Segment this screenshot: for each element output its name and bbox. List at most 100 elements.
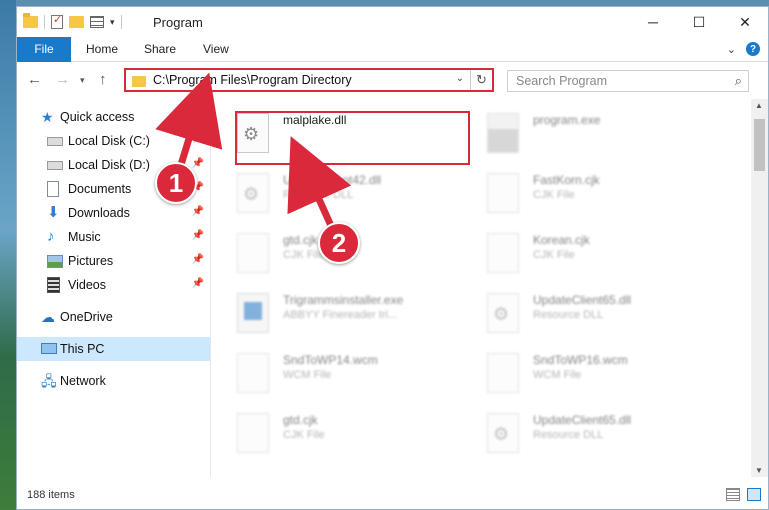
file-type: CJK File <box>533 249 575 261</box>
file-type: CJK File <box>283 249 325 261</box>
recent-locations-icon[interactable]: ▾ <box>80 75 85 86</box>
sidebar-item-videos[interactable]: Videos 📌 <box>17 273 210 297</box>
title-bar: ▾ Program ─ ☐ ✕ <box>17 7 768 37</box>
new-folder-icon[interactable] <box>69 16 84 28</box>
file-item[interactable]: SndToWP16.wcm WCM File <box>465 345 710 403</box>
file-highlight-box <box>235 111 470 165</box>
back-arrow-icon[interactable]: ← <box>27 71 42 88</box>
navigation-bar: ← → ▾ ↑ C:\Program Files\Program Directo… <box>17 63 768 97</box>
sidebar-item-label: This PC <box>60 342 105 356</box>
file-item[interactable]: program.exe <box>465 105 710 163</box>
downloads-icon: ⬇ <box>47 204 60 221</box>
sidebar-item-downloads[interactable]: ⬇ Downloads 📌 <box>17 201 210 225</box>
desktop-background <box>0 0 16 510</box>
sidebar-item-label: Local Disk (C:) <box>68 134 150 148</box>
refresh-button[interactable]: ↻ <box>470 70 492 90</box>
pin-icon[interactable]: 📌 <box>192 278 204 289</box>
file-item[interactable]: UpdateClient65.dll Resource DLL <box>465 285 710 343</box>
file-type: Resource DLL <box>283 189 354 201</box>
pin-icon[interactable]: 📌 <box>192 206 204 217</box>
file-item[interactable]: SndToWP14.wcm WCM File <box>215 345 460 403</box>
file-item[interactable]: Korean.cjk CJK File <box>465 225 710 283</box>
tab-file[interactable]: File <box>17 37 71 62</box>
window-controls: ─ ☐ ✕ <box>630 7 768 37</box>
blank-file-icon <box>487 173 519 213</box>
blank-file-icon <box>487 233 519 273</box>
sidebar-item-this-pc[interactable]: This PC <box>17 337 210 361</box>
sidebar-item-label: Network <box>60 374 106 388</box>
ribbon-tabs: File Home Share View ⌄ ? <box>17 37 768 62</box>
scroll-up-icon[interactable]: ▲ <box>755 101 763 110</box>
file-item[interactable]: UpdateClient65.dll Resource DLL <box>465 405 710 463</box>
tab-view[interactable]: View <box>203 37 229 62</box>
sidebar-item-quick-access[interactable]: ★ Quick access <box>17 105 210 129</box>
folder-icon <box>23 13 38 28</box>
expand-ribbon-icon[interactable]: ⌄ <box>727 43 736 56</box>
forward-arrow-icon[interactable]: → <box>55 71 70 88</box>
file-item[interactable]: FastKorn.cjk CJK File <box>465 165 710 223</box>
scroll-down-icon[interactable]: ▼ <box>755 466 763 475</box>
file-item[interactable]: Trigrammsinstaller.exe ABBYY Finereader … <box>215 285 460 343</box>
pin-icon[interactable]: 📌 <box>192 230 204 241</box>
file-name: program.exe <box>533 113 601 127</box>
sidebar-item-label: Local Disk (D:) <box>68 158 150 172</box>
sidebar-item-music[interactable]: ♪ Music 📌 <box>17 225 210 249</box>
maximize-button[interactable]: ☐ <box>676 7 722 37</box>
file-name: SndToWP14.wcm <box>283 353 378 367</box>
sidebar-item-pictures[interactable]: Pictures 📌 <box>17 249 210 273</box>
customize-view-icon[interactable] <box>90 16 104 28</box>
file-item[interactable]: gtd.cjk CJK File <box>215 405 460 463</box>
search-icon[interactable]: ⌕ <box>735 73 742 89</box>
pane-splitter[interactable] <box>210 99 211 477</box>
up-arrow-icon[interactable]: ↑ <box>99 71 107 88</box>
videos-icon <box>47 277 60 293</box>
address-path[interactable]: C:\Program Files\Program Directory <box>153 73 352 87</box>
sidebar-item-onedrive[interactable]: ☁ OneDrive <box>17 305 210 329</box>
vertical-scrollbar[interactable]: ▲ ▼ <box>751 99 768 477</box>
sidebar-item-label: Quick access <box>60 110 135 124</box>
blank-file-icon <box>237 413 269 453</box>
pin-icon[interactable]: 📌 <box>192 254 204 265</box>
file-type: Resource DLL <box>533 309 604 321</box>
help-icon[interactable]: ? <box>746 42 760 56</box>
folder-icon <box>132 76 146 87</box>
qat-dropdown-icon[interactable]: ▾ <box>110 17 115 28</box>
dll-gear-icon <box>237 173 269 213</box>
scroll-thumb[interactable] <box>754 119 765 171</box>
pin-icon[interactable]: 📌 <box>192 134 204 145</box>
exe-icon <box>487 113 519 153</box>
file-type: WCM File <box>283 369 332 381</box>
documents-icon <box>47 181 59 197</box>
ribbon-right: ⌄ ? <box>727 42 760 56</box>
properties-icon[interactable] <box>51 13 63 29</box>
sidebar-item-local-disk-c[interactable]: Local Disk (C:) 📌 <box>17 129 210 153</box>
file-name: FastKorn.cjk <box>533 173 600 187</box>
sidebar-item-local-disk-d[interactable]: Local Disk (D:) 📌 <box>17 153 210 177</box>
details-view-icon[interactable] <box>726 488 740 501</box>
sidebar-item-label: Pictures <box>68 254 114 268</box>
tab-share[interactable]: Share <box>144 37 176 62</box>
file-type: WCM File <box>533 369 582 381</box>
minimize-button[interactable]: ─ <box>630 7 676 37</box>
file-type: CJK File <box>533 189 575 201</box>
file-type: Resource DLL <box>533 429 604 441</box>
pin-icon[interactable]: 📌 <box>192 158 204 169</box>
sidebar-item-documents[interactable]: Documents 📌 <box>17 177 210 201</box>
search-input[interactable]: Search Program ⌕ <box>507 70 749 92</box>
dll-gear-icon <box>487 293 519 333</box>
address-bar[interactable]: C:\Program Files\Program Directory ⌄ ↻ <box>124 68 494 92</box>
sidebar-item-network[interactable]: 🖧 Network <box>17 369 210 393</box>
file-name: SndToWP16.wcm <box>533 353 628 367</box>
pin-icon[interactable]: 📌 <box>192 182 204 193</box>
tab-home[interactable]: Home <box>86 37 118 62</box>
file-item[interactable]: gtd.cjk CJK File <box>215 225 460 283</box>
file-item[interactable]: UpdateClient42.dll Resource DLL <box>215 165 460 223</box>
file-type: CJK File <box>283 429 325 441</box>
window-title: Program <box>153 15 203 30</box>
blank-file-icon <box>487 353 519 393</box>
chevron-down-icon[interactable]: ⌄ <box>456 73 464 84</box>
large-icons-view-icon[interactable] <box>747 488 761 501</box>
close-button[interactable]: ✕ <box>722 7 768 37</box>
file-name: Korean.cjk <box>533 233 590 247</box>
blank-file-icon <box>237 233 269 273</box>
